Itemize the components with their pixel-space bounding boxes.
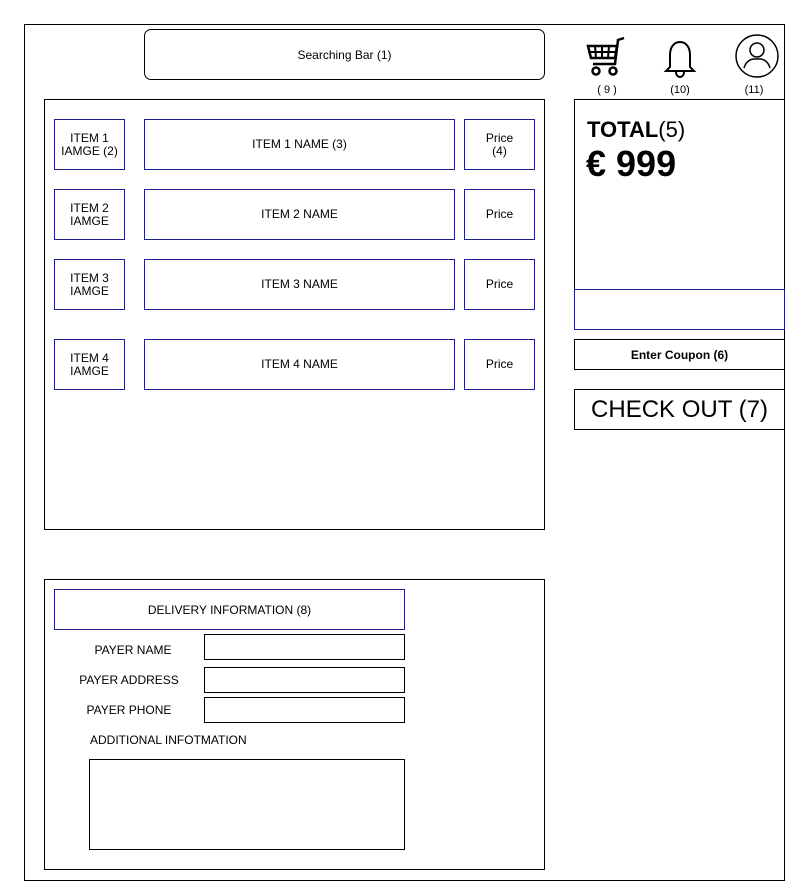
total-title: TOTAL(5) <box>587 117 686 142</box>
item-price: Price (4) <box>464 119 535 170</box>
user-icon <box>735 34 779 78</box>
item-image[interactable]: ITEM 2 IAMGE <box>54 189 125 240</box>
item-name[interactable]: ITEM 1 NAME (3) <box>144 119 455 170</box>
payer-name-label: PAYER NAME <box>94 643 172 657</box>
payer-address-field[interactable] <box>204 667 405 693</box>
item-price: Price <box>464 339 535 390</box>
cart-label: ( 9 ) <box>597 84 617 96</box>
shopping-cart-icon <box>586 36 625 76</box>
additional-info-label: ADDITIONAL INFOTMATION <box>90 733 247 747</box>
coupon-label: Enter Coupon (6) <box>630 347 729 362</box>
payer-phone-label: PAYER PHONE <box>86 703 172 717</box>
additional-info-textarea[interactable] <box>89 759 405 850</box>
item-image[interactable]: ITEM 1 IAMGE (2) <box>54 119 125 170</box>
item-price: Price <box>464 259 535 310</box>
notifications-button[interactable] <box>655 32 705 82</box>
item-price: Price <box>464 189 535 240</box>
total-amount: € 999 <box>586 143 677 184</box>
payer-address-label: PAYER ADDRESS <box>79 673 179 687</box>
item-image[interactable]: ITEM 4 IAMGE <box>54 339 125 390</box>
checkout-button[interactable]: CHECK OUT (7) <box>574 389 785 430</box>
cart-button[interactable] <box>582 32 632 82</box>
notifications-label: (10) <box>670 84 690 96</box>
item-name[interactable]: ITEM 3 NAME <box>144 259 455 310</box>
profile-button[interactable] <box>732 31 782 81</box>
payer-phone-field[interactable] <box>204 697 405 723</box>
item-name[interactable]: ITEM 4 NAME <box>144 339 455 390</box>
total-footer-area <box>574 289 785 330</box>
profile-label: (11) <box>744 84 764 96</box>
payer-name-field[interactable] <box>204 634 405 660</box>
checkout-label: CHECK OUT (7) <box>591 395 768 423</box>
search-bar[interactable]: Searching Bar (1) <box>144 29 545 80</box>
item-image[interactable]: ITEM 3 IAMGE <box>54 259 125 310</box>
item-name[interactable]: ITEM 2 NAME <box>144 189 455 240</box>
bell-icon <box>663 40 697 79</box>
coupon-input[interactable]: Enter Coupon (6) <box>574 339 785 370</box>
search-bar-label: Searching Bar (1) <box>297 47 392 62</box>
delivery-title: DELIVERY INFORMATION (8) <box>54 589 405 630</box>
